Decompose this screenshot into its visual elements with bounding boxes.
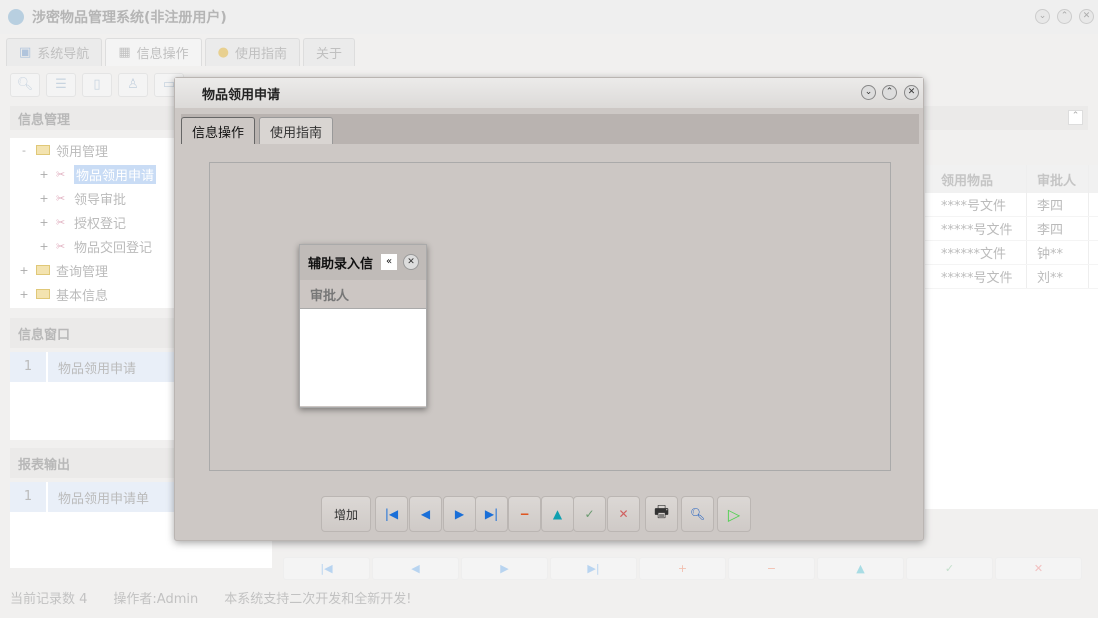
prev-record-button[interactable]: ◀	[409, 496, 442, 532]
edit-record-button[interactable]: ▲	[541, 496, 574, 532]
grid-icon: ▦	[118, 45, 131, 60]
print-icon[interactable]: 🖶︎	[645, 496, 678, 532]
dialog-minimize-button[interactable]: ⌄	[861, 85, 876, 100]
approver-list[interactable]	[300, 309, 426, 406]
first-record-button[interactable]: |◀	[375, 496, 408, 532]
status-bar: 当前记录数 4 操作者:Admin 本系统支持二次开发和全新开发!	[10, 592, 412, 607]
cancel-button[interactable]: ✕	[995, 557, 1082, 580]
minimize-button[interactable]: ⌄	[1035, 9, 1050, 24]
edit-record-button[interactable]: ▲	[817, 557, 904, 580]
folder-icon	[36, 289, 50, 299]
help-icon: ●	[217, 45, 229, 60]
delete-record-button[interactable]: −	[728, 557, 815, 580]
last-record-button[interactable]: ▶|	[475, 496, 508, 532]
folder-icon	[36, 145, 50, 155]
data-grid: 领用物品 审批人 ****号文件 李四 *****号文件 李四 ******文件 钟**…	[925, 165, 1098, 509]
table-row[interactable]: *****号文件 刘**	[925, 265, 1098, 289]
last-record-button[interactable]: ▶|	[550, 557, 637, 580]
next-record-button[interactable]: ▶	[461, 557, 548, 580]
dialog-tab-guide[interactable]: 使用指南	[259, 117, 334, 144]
search-icon[interactable]: 🔍︎	[10, 73, 40, 97]
list-icon[interactable]: ☰	[46, 73, 76, 97]
dialog-close-button[interactable]: ✕	[904, 85, 919, 100]
document-icon[interactable]: ▯	[82, 73, 112, 97]
confirm-button[interactable]: ✓	[906, 557, 993, 580]
table-row[interactable]: ******文件 钟**	[925, 241, 1098, 265]
user-icon[interactable]: ♙	[118, 73, 148, 97]
tool-icon: ✂	[56, 216, 66, 229]
collapse-left-icon[interactable]: «	[381, 254, 397, 270]
tool-icon: ✂	[56, 192, 66, 205]
app-title-bar: 涉密物品管理系统(非注册用户)	[0, 0, 1098, 34]
prev-record-button[interactable]: ◀	[372, 557, 459, 580]
add-button[interactable]: 增加	[321, 496, 371, 532]
tool-icon: ✂	[56, 168, 66, 181]
folder-icon	[36, 265, 50, 275]
tab-system-nav[interactable]: ▣ 系统导航	[6, 38, 103, 66]
delete-record-button[interactable]: −	[508, 496, 541, 532]
collapse-icon[interactable]: ⌃	[1068, 110, 1083, 125]
app-toolbar: 🔍︎ ☰ ▯ ♙ ▭	[10, 73, 184, 97]
table-row[interactable]: ****号文件 李四	[925, 193, 1098, 217]
app-title: 涉密物品管理系统(非注册用户)	[32, 10, 227, 26]
dialog-tab-bar: 信息操作 使用指南	[181, 114, 919, 144]
tool-icon: ✂	[56, 240, 66, 253]
run-icon[interactable]: ▷	[717, 496, 751, 532]
helper-input-dialog: 辅助录入信 « ✕ 审批人	[299, 244, 427, 408]
approver-column-header: 审批人	[300, 280, 426, 309]
table-row[interactable]: *****号文件 李四	[925, 217, 1098, 241]
add-record-button[interactable]: +	[639, 557, 726, 580]
app-tabs: ▣ 系统导航 ▦ 信息操作 ● 使用指南 关于	[6, 38, 355, 66]
tab-info-ops[interactable]: ▦ 信息操作	[105, 38, 202, 66]
next-record-button[interactable]: ▶	[443, 496, 476, 532]
dialog-maximize-button[interactable]: ⌃	[882, 85, 897, 100]
confirm-button[interactable]: ✓	[573, 496, 606, 532]
maximize-button[interactable]: ⌃	[1057, 9, 1072, 24]
close-icon[interactable]: ✕	[403, 254, 419, 270]
tab-guide[interactable]: ● 使用指南	[204, 38, 300, 66]
app-logo-icon	[8, 9, 24, 25]
close-button[interactable]: ✕	[1079, 9, 1094, 24]
grid-header: 领用物品 审批人	[925, 165, 1098, 193]
dialog-title-bar[interactable]: 物品领用申请	[175, 78, 923, 108]
apply-dialog: 物品领用申请 ⌄ ⌃ ✕ 信息操作 使用指南 增加 |◀ ◀ ▶ ▶| − ▲ …	[174, 77, 924, 541]
first-record-button[interactable]: |◀	[283, 557, 370, 580]
print-preview-icon[interactable]: 🔍︎	[681, 496, 714, 532]
tab-about[interactable]: 关于	[302, 38, 355, 66]
grid-nav-bar: |◀ ◀ ▶ ▶| + − ▲ ✓ ✕	[283, 557, 1082, 580]
monitor-icon: ▣	[19, 45, 32, 60]
dialog-tab-info-ops[interactable]: 信息操作	[181, 117, 256, 144]
cancel-button[interactable]: ✕	[607, 496, 640, 532]
